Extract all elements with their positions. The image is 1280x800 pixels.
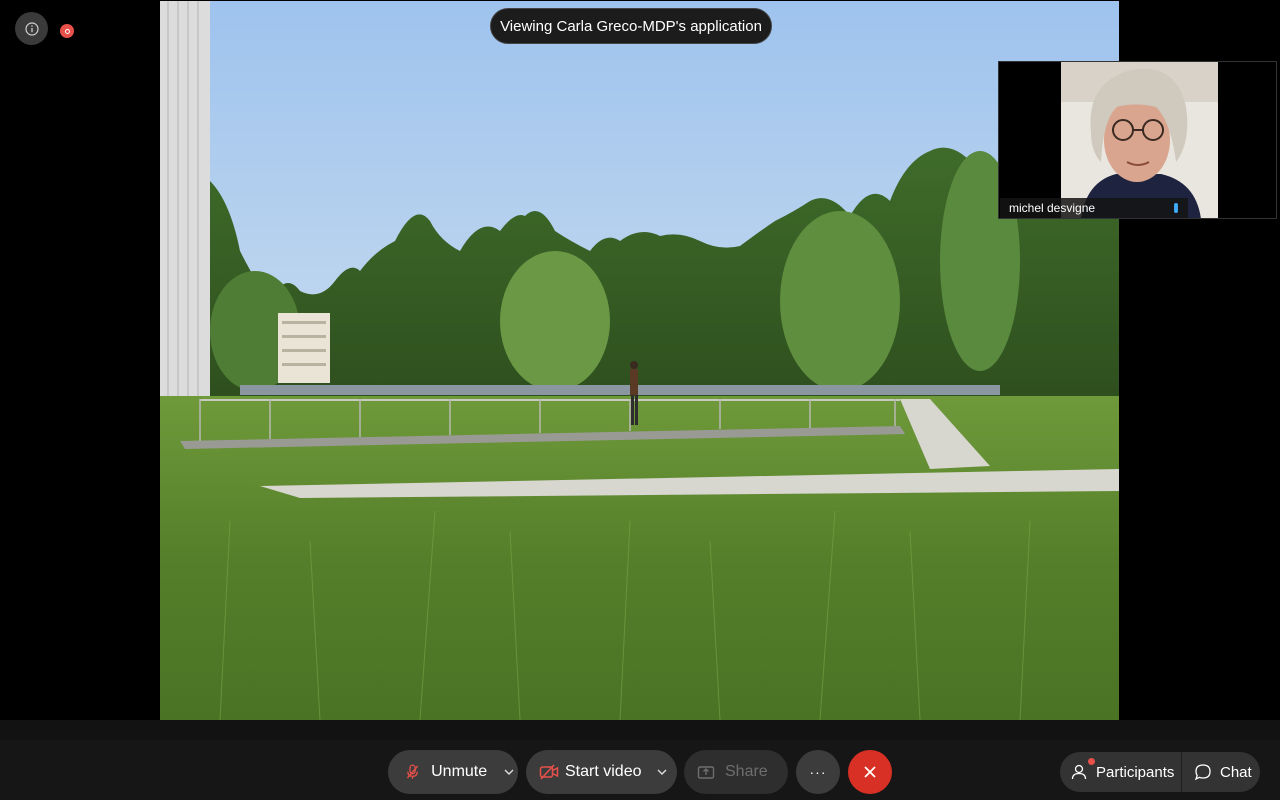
chat-icon — [1194, 764, 1211, 781]
participant-video-tile[interactable]: michel desvigne — [998, 61, 1277, 219]
share-screen-icon — [697, 766, 715, 779]
share-button[interactable]: Share — [684, 750, 788, 794]
unmute-button[interactable]: Unmute — [388, 750, 518, 794]
shared-landscape-image — [160, 1, 1119, 720]
chat-label: Chat — [1220, 763, 1252, 781]
participant-name: michel desvigne — [1009, 201, 1096, 215]
audio-level-icon — [1174, 203, 1178, 213]
participants-button[interactable]: Participants — [1060, 752, 1182, 792]
chat-button[interactable]: Chat — [1182, 752, 1252, 792]
chevron-down-icon[interactable] — [651, 769, 673, 775]
leave-meeting-button[interactable] — [848, 750, 892, 794]
unmute-label: Unmute — [431, 763, 488, 780]
meeting-toolbar: Unmute Start video Share ··· Participant… — [0, 740, 1280, 800]
shared-screen — [160, 1, 1119, 720]
more-options-button[interactable]: ··· — [796, 750, 840, 794]
participants-icon — [1071, 764, 1087, 780]
more-icon: ··· — [809, 764, 827, 780]
recording-icon[interactable] — [60, 24, 74, 38]
participants-label: Participants — [1096, 763, 1175, 781]
start-video-button[interactable]: Start video — [526, 750, 677, 794]
notification-badge — [1088, 758, 1095, 765]
panel-buttons-group: Participants Chat — [1060, 752, 1260, 792]
participant-video-feed — [1061, 62, 1218, 218]
microphone-off-icon — [406, 764, 419, 779]
share-label: Share — [725, 763, 768, 780]
participant-name-label: michel desvigne — [1000, 198, 1188, 218]
viewing-application-banner: Viewing Carla Greco-MDP's application — [490, 8, 772, 44]
viewing-banner-text: Viewing Carla Greco-MDP's application — [500, 17, 762, 35]
close-icon — [864, 766, 876, 778]
chevron-down-icon[interactable] — [499, 769, 518, 775]
toolbar-separator — [0, 720, 1280, 740]
meeting-info-button[interactable] — [15, 12, 48, 45]
start-video-label: Start video — [565, 763, 642, 780]
camera-off-icon — [539, 764, 559, 780]
info-icon — [24, 21, 39, 36]
